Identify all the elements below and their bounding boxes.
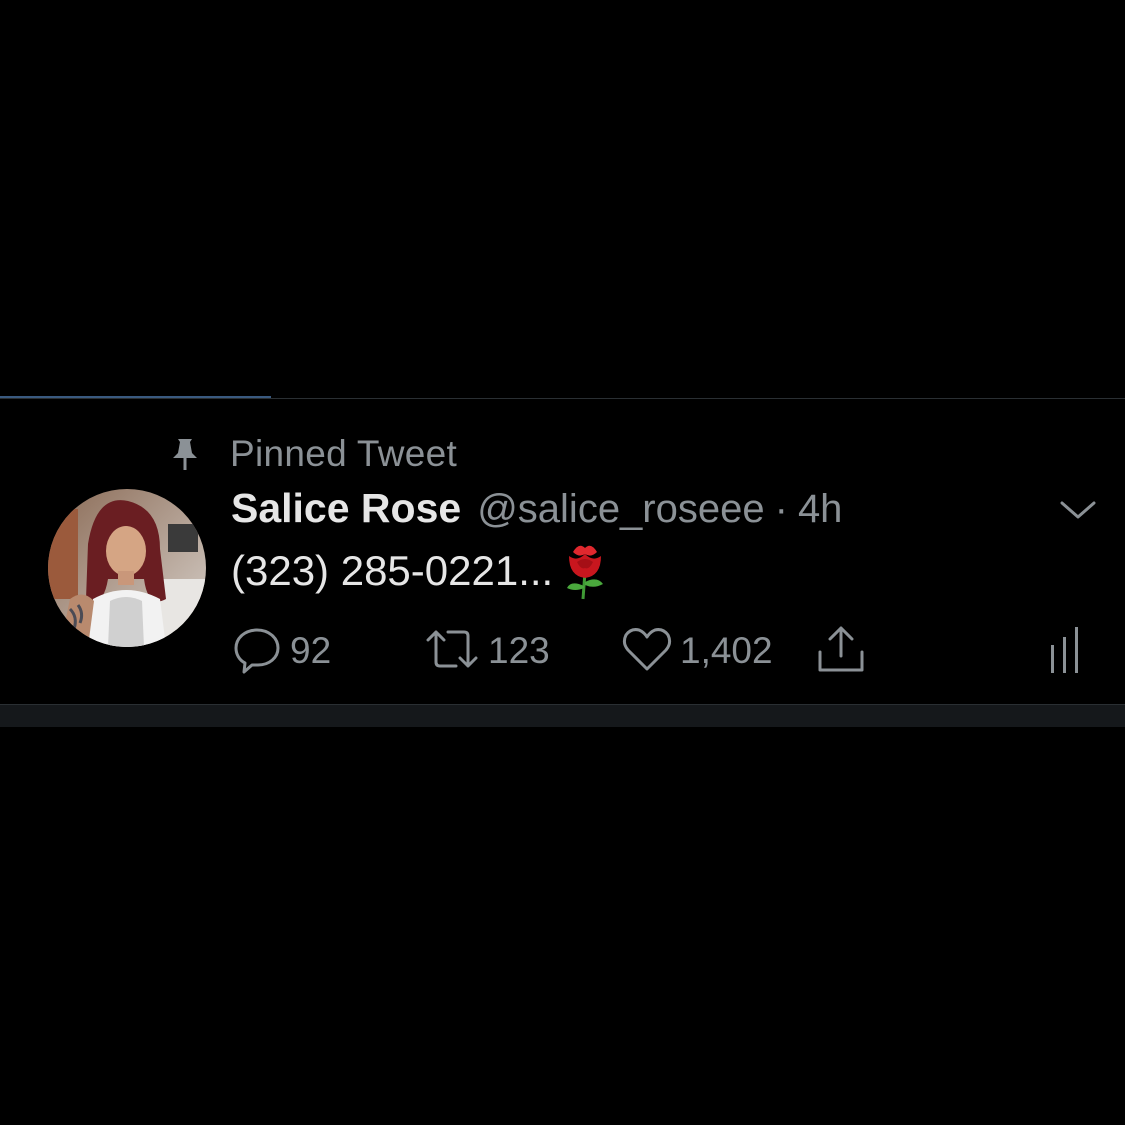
heart-icon <box>622 625 672 678</box>
tweet-actions: 92 123 1,402 <box>0 622 1125 682</box>
tweet-text: (323) 285-0221... <box>231 547 554 594</box>
tweet-header: Salice Rose @salice_roseee · 4h <box>231 485 842 537</box>
pin-icon <box>168 436 202 472</box>
pinned-tweet-label: Pinned Tweet <box>230 433 458 474</box>
tweet-body: (323) 285-0221... <box>231 542 611 600</box>
tweet-timestamp[interactable]: 4h <box>798 487 843 532</box>
separator-dot: · <box>774 487 788 531</box>
tweet-menu-button[interactable] <box>1058 492 1098 532</box>
chevron-down-icon <box>1059 499 1097 526</box>
analytics-button[interactable] <box>1048 622 1082 680</box>
reply-button[interactable]: 92 <box>232 622 331 680</box>
section-divider <box>0 704 1125 727</box>
rose-emoji <box>559 542 611 600</box>
divider <box>0 398 1125 399</box>
analytics-icon <box>1048 623 1082 680</box>
like-count: 1,402 <box>680 630 773 671</box>
retweet-icon <box>424 624 480 679</box>
user-handle[interactable]: @salice_roseee <box>477 487 764 532</box>
retweet-button[interactable]: 123 <box>424 622 550 680</box>
reply-icon <box>232 624 282 679</box>
share-button[interactable] <box>816 622 866 680</box>
like-button[interactable]: 1,402 <box>622 622 773 680</box>
reply-count: 92 <box>290 630 332 671</box>
share-icon <box>816 622 866 681</box>
display-name[interactable]: Salice Rose <box>231 485 461 532</box>
retweet-count: 123 <box>488 630 550 671</box>
pinned-tweet-label-row: Pinned Tweet <box>168 432 457 476</box>
